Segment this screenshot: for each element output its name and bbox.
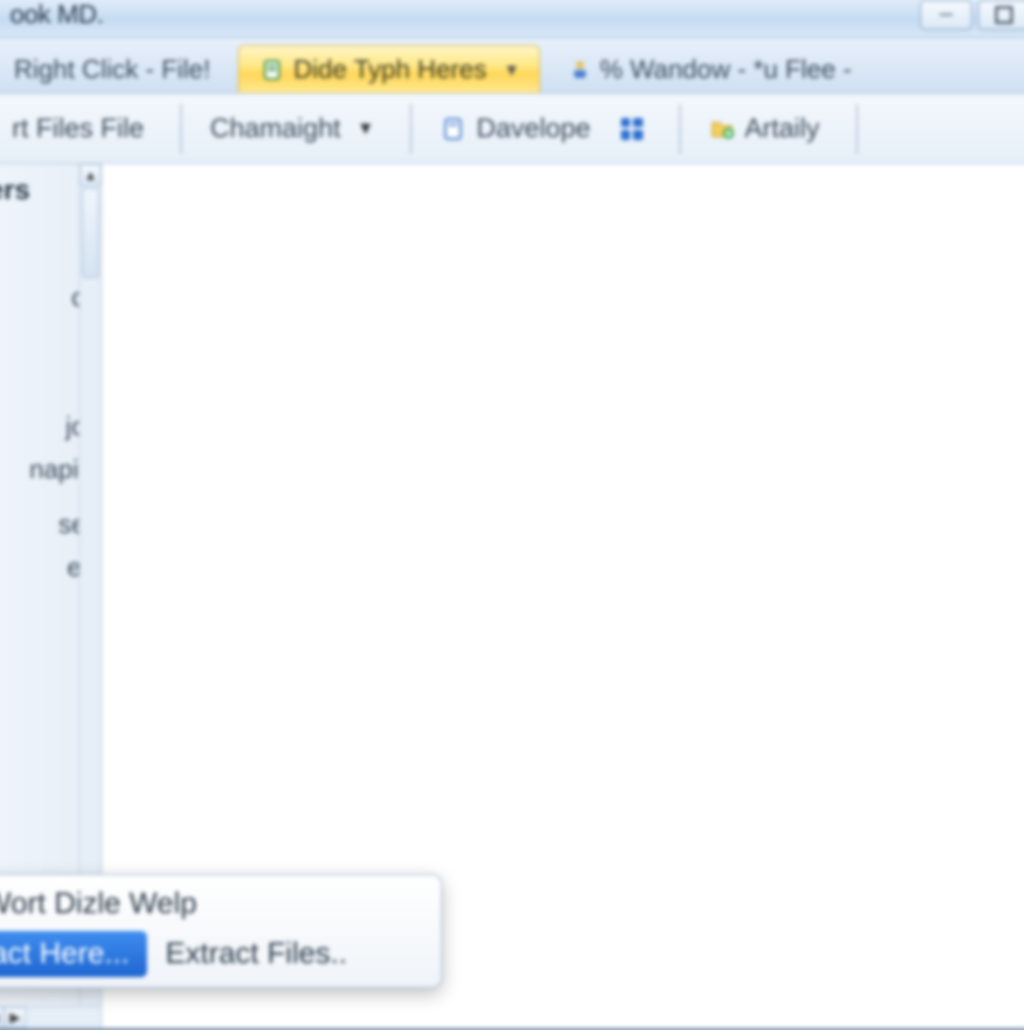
chevron-down-icon: ▾ <box>507 57 517 82</box>
toolbar-label: rt Files File <box>12 113 144 144</box>
app-window: ook MD. ─ Right Click - File! Dide Typh … <box>0 0 1024 1030</box>
toolbar-label: Artaily <box>745 113 820 144</box>
toolbar-files-file[interactable]: rt Files File <box>0 103 164 155</box>
toolbar-label: Chamaight <box>210 113 341 144</box>
toolbar-davelope[interactable]: Davelope <box>420 103 662 155</box>
body: ers ot e ) jot napid set ell ▲ ◀ ▶ Wor <box>0 164 1024 1028</box>
folder-add-icon <box>709 116 735 142</box>
maximize-button[interactable] <box>978 0 1024 30</box>
chevron-down-icon: ▼ <box>357 118 375 139</box>
page-icon <box>440 116 466 142</box>
separator <box>410 104 412 154</box>
scrollbar-thumb[interactable] <box>82 188 99 278</box>
separator <box>180 104 182 154</box>
toolbar: rt Files File Chamaight ▼ Davelope Artai… <box>0 94 1024 164</box>
context-menu-extract-files[interactable]: Extract Files.. <box>147 931 365 977</box>
toolbar-chamaight[interactable]: Chamaight ▼ <box>190 103 394 155</box>
minimize-button[interactable]: ─ <box>920 0 972 30</box>
maximize-icon <box>991 2 1017 28</box>
tab-right-click-file[interactable]: Right Click - File! <box>0 45 232 93</box>
toolbar-artaily[interactable]: Artaily <box>689 103 840 155</box>
grid-view-icon[interactable] <box>621 118 643 140</box>
tab-wandow-flee[interactable]: % Wandow - *u Flee - <box>546 45 874 93</box>
tab-dide-typh-heres[interactable]: Dide Typh Heres ▾ <box>238 45 539 93</box>
scroll-right-icon[interactable]: ▶ <box>4 1007 26 1028</box>
separator <box>856 104 858 154</box>
user-icon <box>568 57 592 81</box>
context-menu-title: Wort Dizle Welp <box>0 881 431 931</box>
document-icon <box>261 58 285 82</box>
title-bar: ook MD. ─ <box>0 0 1024 38</box>
window-title: ook MD. <box>0 0 103 30</box>
context-menu: Wort Dizle Welp act Here... Extract File… <box>0 874 442 988</box>
tab-bar: Right Click - File! Dide Typh Heres ▾ % … <box>0 38 1024 94</box>
horizontal-scrollbar[interactable]: ◀ ▶ <box>0 1006 101 1028</box>
tab-label: % Wandow - *u Flee - <box>600 54 852 85</box>
separator <box>679 104 681 154</box>
context-menu-extract-here[interactable]: act Here... <box>0 931 147 977</box>
tab-label: Right Click - File! <box>14 54 210 85</box>
window-controls: ─ <box>920 0 1024 30</box>
toolbar-label: Davelope <box>476 113 590 144</box>
tab-label: Dide Typh Heres <box>293 54 486 85</box>
scroll-up-icon[interactable]: ▲ <box>80 164 101 186</box>
